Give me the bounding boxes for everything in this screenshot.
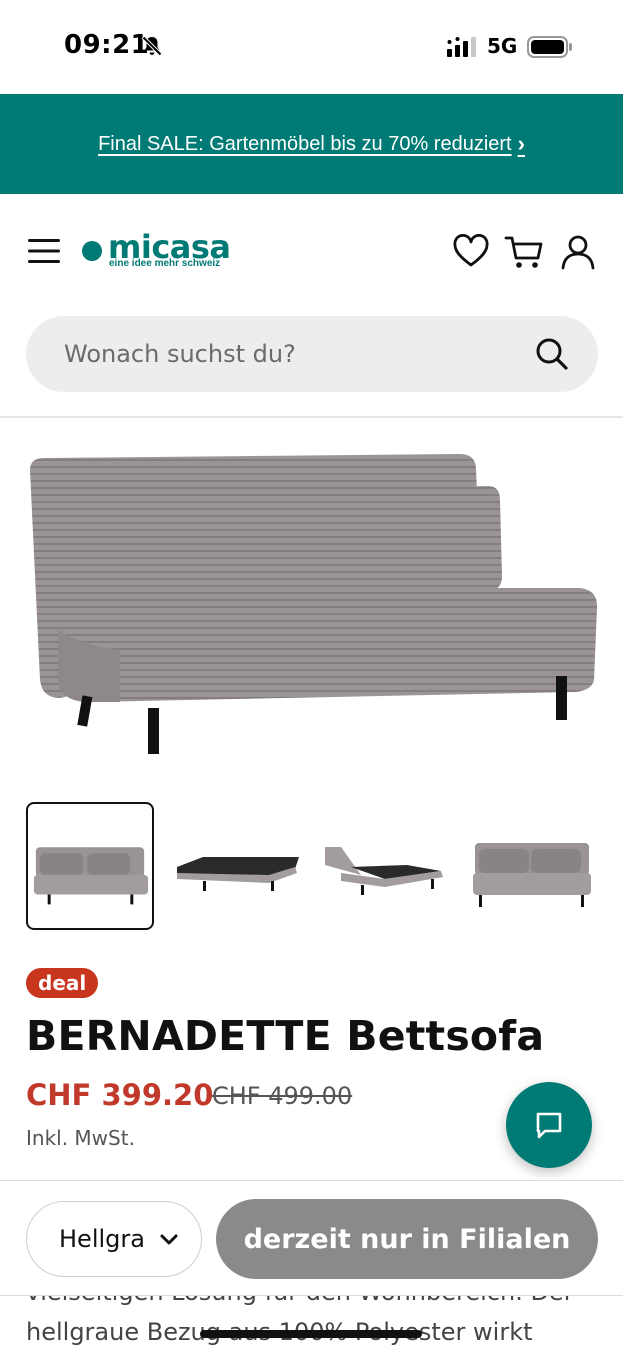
price-old: CHF 499.00 — [212, 1082, 353, 1110]
tax-note: Inkl. MwSt. — [26, 1126, 135, 1150]
search-icon[interactable] — [534, 336, 570, 372]
promo-banner: Final SALE: Gartenmöbel bis zu 70% reduz… — [0, 94, 623, 194]
thumbnail-sofa-side[interactable] — [468, 802, 596, 930]
logo-dot-icon — [82, 241, 102, 261]
search-bar — [26, 316, 598, 392]
product-image[interactable] — [20, 440, 604, 770]
variant-select[interactable]: Hellgrau — [26, 1201, 202, 1277]
cart-icon[interactable] — [504, 234, 544, 270]
chevron-down-icon — [160, 1234, 178, 1245]
store-availability-button[interactable]: derzeit nur in Filialen — [216, 1199, 598, 1279]
status-time: 09:21 — [64, 30, 150, 60]
network-label: 5G — [487, 34, 518, 58]
variant-value: Hellgrau — [59, 1225, 145, 1253]
header-divider — [0, 416, 623, 418]
promo-link[interactable]: Final SALE: Gartenmöbel bis zu 70% reduz… — [98, 131, 525, 157]
action-bar: Hellgrau derzeit nur in Filialen — [0, 1180, 623, 1296]
user-icon[interactable] — [560, 234, 596, 270]
thumbnail-bed-folding[interactable] — [320, 802, 448, 930]
heart-icon[interactable] — [452, 234, 490, 270]
product-title: BERNADETTE Bettsofa — [26, 1012, 545, 1060]
site-header: micasa eine idee mehr schweiz — [0, 194, 623, 314]
bell-slash-icon — [141, 35, 163, 57]
status-bar: 09:21 5G — [0, 0, 623, 94]
signal-icon — [447, 37, 476, 57]
chevron-right-icon: › — [517, 131, 525, 156]
chat-button[interactable] — [506, 1082, 592, 1168]
battery-icon — [527, 36, 572, 58]
thumbnail-sofa-front[interactable] — [26, 802, 154, 930]
home-indicator[interactable] — [200, 1330, 422, 1338]
menu-icon[interactable] — [26, 236, 62, 266]
thumbnail-bed-flat[interactable] — [172, 802, 300, 930]
price-current: CHF 399.20 — [26, 1078, 214, 1112]
deal-badge: deal — [26, 968, 99, 998]
chat-icon — [536, 1112, 562, 1139]
search-input[interactable] — [64, 316, 504, 392]
promo-text: Final SALE: Gartenmöbel bis zu 70% reduz… — [98, 132, 512, 155]
logo-tagline: eine idee mehr schweiz — [109, 258, 221, 269]
